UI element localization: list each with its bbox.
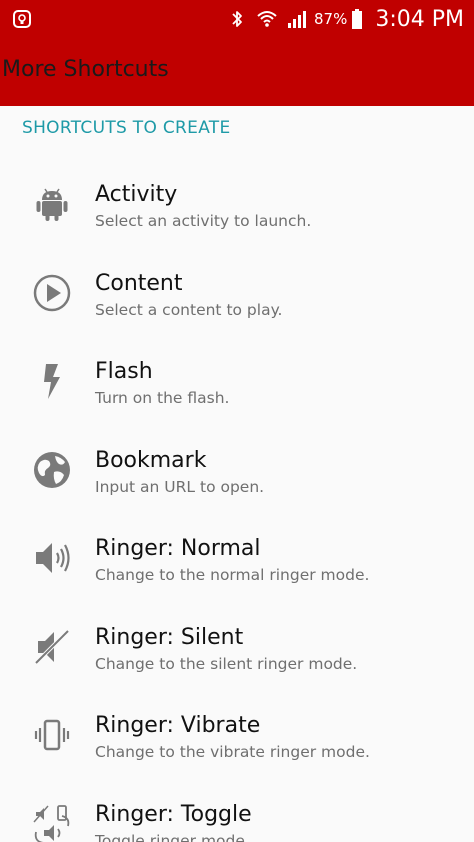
- list-item-ringer-vibrate[interactable]: Ringer: Vibrate Change to the vibrate ri…: [0, 681, 474, 770]
- wifi-icon: [256, 8, 278, 30]
- list-item-ringer-silent[interactable]: Ringer: Silent Change to the silent ring…: [0, 593, 474, 682]
- item-label: Ringer: Normal: [95, 536, 261, 561]
- list-item-activity[interactable]: Activity Select an activity to launch.: [0, 150, 474, 239]
- section-header: SHORTCUTS TO CREATE: [22, 118, 231, 138]
- battery-percent: 87%: [314, 10, 348, 28]
- item-description: Change to the normal ringer mode.: [95, 566, 370, 584]
- flash-icon: [30, 359, 74, 403]
- item-description: Select a content to play.: [95, 300, 283, 319]
- shortcut-list: Activity Select an activity to launch. C…: [0, 150, 474, 842]
- status-bar: 87% 3:04 PM: [0, 0, 474, 38]
- page-title: More Shortcuts: [2, 57, 169, 82]
- speaker-muted-icon: [30, 625, 74, 669]
- battery-icon: [351, 8, 363, 30]
- app-bar: More Shortcuts: [0, 38, 474, 106]
- ringer-toggle-icon: [30, 802, 74, 842]
- item-label: Content: [95, 270, 183, 296]
- bluetooth-icon: [226, 8, 248, 30]
- item-label: Activity: [95, 182, 178, 207]
- list-item-bookmark[interactable]: Bookmark Input an URL to open.: [0, 416, 474, 505]
- globe-icon: [30, 448, 74, 492]
- vibrate-icon: [30, 713, 74, 757]
- play-icon: [30, 271, 74, 315]
- list-item-content[interactable]: Content Select a content to play.: [0, 239, 474, 328]
- item-description: Input an URL to open.: [95, 477, 265, 496]
- clock: 3:04 PM: [375, 6, 464, 32]
- item-description: Change to the vibrate ringer mode.: [95, 743, 370, 761]
- item-description: Select an activity to launch.: [95, 212, 312, 230]
- item-description: Change to the silent ringer mode.: [95, 654, 358, 673]
- item-label: Ringer: Vibrate: [95, 713, 261, 738]
- item-label: Flash: [95, 359, 153, 384]
- signal-icon: [286, 8, 308, 30]
- item-description: Toggle ringer mode.: [95, 831, 250, 842]
- android-icon: [30, 182, 74, 226]
- notification-icon: [12, 9, 32, 29]
- item-label: Ringer: Silent: [95, 624, 244, 650]
- item-label: Ringer: Toggle: [95, 801, 252, 827]
- speaker-icon: [30, 536, 74, 580]
- item-description: Turn on the flash.: [95, 389, 230, 407]
- list-item-flash[interactable]: Flash Turn on the flash.: [0, 327, 474, 416]
- item-label: Bookmark: [95, 447, 207, 473]
- list-item-ringer-normal[interactable]: Ringer: Normal Change to the normal ring…: [0, 504, 474, 593]
- list-item-ringer-toggle[interactable]: Ringer: Toggle Toggle ringer mode.: [0, 770, 474, 842]
